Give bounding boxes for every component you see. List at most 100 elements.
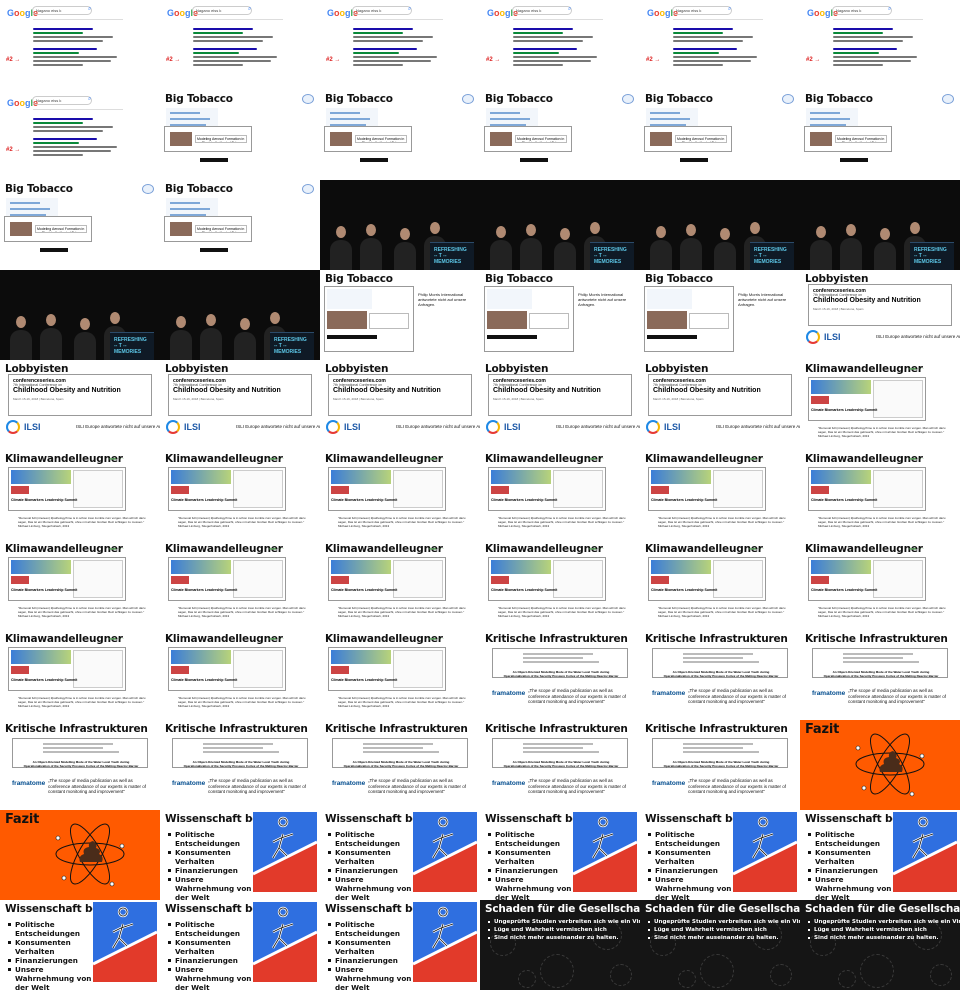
slide-thumbnail-fazit[interactable]: Fazit [0, 810, 160, 900]
slide-thumbnail-wissenschaft[interactable]: Wissenschaft beeinflusst Politische Entsc… [160, 900, 320, 990]
slide-thumbnail-big-tobacco[interactable]: Big Tobacco Modeling Aerosol Formation in… [0, 180, 160, 270]
slide-thumbnail-kritisch[interactable]: Kritische Infrastrukturen An Object-Orien… [640, 720, 800, 810]
slide-thumbnail-google[interactable]: Google Nagano eiss k ⌕ #2 → [160, 0, 320, 90]
slide-thumbnail-google[interactable]: Google Nagano eiss k ⌕ #2 → [640, 0, 800, 90]
slide-thumbnail-lobbyisten[interactable]: Lobbyisten conferenceseries.com 7th Intern… [0, 360, 160, 450]
slide-thumbnail-big-tobacco2[interactable]: Big Tobacco Philip Morris International a… [480, 270, 640, 360]
slide-thumbnail-wissenschaft[interactable]: Wissenschaft beeinflusst Politische Entsc… [800, 810, 960, 900]
slide-thumbnail-lobbyisten[interactable]: Lobbyisten conferenceseries.com 7th Intern… [480, 360, 640, 450]
eike-logo: ●●● ····· [428, 456, 444, 461]
limburg-quote: "Removal full (nineteen) #pathology/hme … [818, 606, 946, 618]
slide-thumbnail-kritisch[interactable]: Kritische Infrastrukturen An Object-Orien… [160, 720, 320, 810]
slide-thumbnail-wissenschaft[interactable]: Wissenschaft beeinflusst Politische Entsc… [0, 900, 160, 990]
conference-date: March 15-16, 2018 | Barcelona, Spain [493, 397, 544, 401]
paper-block [487, 335, 537, 339]
slide-thumbnail-google[interactable]: Google Nagano eiss k ⌕ #2 → [0, 90, 160, 180]
slide-thumbnail-klima[interactable]: Klimawandelleugner ●●● ····· Climate Bioma… [800, 450, 960, 540]
slide-thumbnail-big-tobacco[interactable]: Big Tobacco Modeling Aerosol Formation in… [320, 90, 480, 180]
slide-thumbnail-lobbyisten[interactable]: Lobbyisten conferenceseries.com 7th Intern… [800, 270, 960, 360]
slide-thumbnail-klima[interactable]: Klimawandelleugner ●●● ····· Climate Bioma… [160, 450, 320, 540]
slide-thumbnail-wissenschaft[interactable]: Wissenschaft beeinflusst Politische Entsc… [320, 810, 480, 900]
slide-thumbnail-stage[interactable]: REFRESHING -- T -- MEMORIES [0, 270, 160, 360]
website-screenshot: Climate Biomarkers Leadership Summit [168, 467, 286, 511]
paper-screenshot: An Object-Oriented Modelling Mode of the… [652, 648, 788, 678]
slide-thumbnail-klima[interactable]: Klimawandelleugner ●●● ····· Climate Bioma… [320, 540, 480, 630]
slide-thumbnail-stage[interactable]: REFRESHING -- T -- MEMORIES [640, 180, 800, 270]
slide-thumbnail-big-tobacco[interactable]: Big Tobacco Modeling Aerosol Formation in… [160, 90, 320, 180]
climber-illustration [893, 812, 957, 892]
slide-thumbnail-wissenschaft[interactable]: Wissenschaft beeinflusst Politische Entsc… [320, 900, 480, 990]
slide-thumbnail-klima[interactable]: Klimawandelleugner ●●● ····· Climate Bioma… [640, 540, 800, 630]
slide-thumbnail-klima[interactable]: Klimawandelleugner ●●● ····· Climate Bioma… [0, 450, 160, 540]
search-input[interactable]: Nagano eiss k [352, 6, 412, 15]
slide-thumbnail-big-tobacco[interactable]: Big Tobacco Modeling Aerosol Formation in… [640, 90, 800, 180]
slide-thumbnail-klima[interactable]: Klimawandelleugner ●●● ····· Climate Bioma… [800, 360, 960, 450]
slide-thumbnail-fazit[interactable]: Fazit [800, 720, 960, 810]
slide-thumbnail-big-tobacco[interactable]: Big Tobacco Modeling Aerosol Formation in… [800, 90, 960, 180]
conference-title: Childhood Obesity and Nutrition [13, 387, 121, 394]
slide-thumbnail-klima[interactable]: Klimawandelleugner ●●● ····· Climate Bioma… [640, 450, 800, 540]
paper-screenshot: Modeling Aerosol Formation in an Electri… [164, 216, 252, 242]
search-input[interactable]: Nagano eiss k [512, 6, 572, 15]
slide-thumbnail-wissenschaft[interactable]: Wissenschaft beeinflusst Politische Entsc… [480, 810, 640, 900]
electron [861, 785, 867, 791]
result-line [353, 48, 417, 50]
slide-thumbnail-klima[interactable]: Klimawandelleugner ●●● ····· Climate Bioma… [480, 540, 640, 630]
slide-thumbnail-wissenschaft[interactable]: Wissenschaft beeinflusst Politische Entsc… [640, 810, 800, 900]
slide-thumbnail-kritisch[interactable]: Kritische Infrastrukturen An Object-Orien… [640, 630, 800, 720]
website-banner [11, 560, 71, 574]
speaker-head [206, 314, 216, 326]
slide-thumbnail-lobbyisten[interactable]: Lobbyisten conferenceseries.com 7th Intern… [640, 360, 800, 450]
slide-thumbnail-google[interactable]: Google Nagano eiss k ⌕ #2 → [320, 0, 480, 90]
slide-thumbnail-schaden[interactable]: Schaden für die Gesellschaft Ungeprüfte S… [640, 900, 800, 990]
search-input[interactable]: Nagano eiss k [832, 6, 892, 15]
paper-screenshot: An Object-Oriented Modelling Mode of the… [812, 648, 948, 678]
slide-title: Klimawandelleugner [805, 453, 923, 465]
slide-thumbnail-klima[interactable]: Klimawandelleugner ●●● ····· Climate Bioma… [0, 630, 160, 720]
speaker-head [496, 226, 506, 238]
slide-thumbnail-big-tobacco[interactable]: Big Tobacco Modeling Aerosol Formation in… [480, 90, 640, 180]
text-line [650, 112, 680, 114]
product-image [170, 132, 192, 146]
website-image [171, 666, 189, 674]
website-banner [171, 470, 231, 484]
slide-thumbnail-kritisch[interactable]: Kritische Infrastrukturen An Object-Orien… [0, 720, 160, 810]
search-tabs-divider [673, 19, 763, 20]
slide-thumbnail-google[interactable]: Google Nagano eiss k ⌕ #2 → [800, 0, 960, 90]
framatome-quote: „The scope of media publication as well … [848, 688, 947, 704]
result-line [513, 56, 597, 58]
slide-thumbnail-lobbyisten[interactable]: Lobbyisten conferenceseries.com 7th Intern… [160, 360, 320, 450]
slide-thumbnail-kritisch[interactable]: Kritische Infrastrukturen An Object-Orien… [320, 720, 480, 810]
slide-thumbnail-stage[interactable]: REFRESHING -- T -- MEMORIES [320, 180, 480, 270]
slide-thumbnail-google[interactable]: Google Nagano eiss k ⌕ #2 → [480, 0, 640, 90]
slide-thumbnail-klima[interactable]: Klimawandelleugner ●●● ····· Climate Bioma… [0, 540, 160, 630]
slide-thumbnail-klima[interactable]: Klimawandelleugner ●●● ····· Climate Bioma… [320, 450, 480, 540]
slide-thumbnail-schaden[interactable]: Schaden für die Gesellschaft Ungeprüfte S… [800, 900, 960, 990]
slide-thumbnail-stage[interactable]: REFRESHING -- T -- MEMORIES [800, 180, 960, 270]
slide-thumbnail-lobbyisten[interactable]: Lobbyisten conferenceseries.com 7th Intern… [320, 360, 480, 450]
search-input[interactable]: Nagano eiss k [32, 6, 92, 15]
slide-thumbnail-klima[interactable]: Klimawandelleugner ●●● ····· Climate Bioma… [800, 540, 960, 630]
slide-thumbnail-stage[interactable]: REFRESHING -- T -- MEMORIES [480, 180, 640, 270]
slide-thumbnail-klima[interactable]: Klimawandelleugner ●●● ····· Climate Bioma… [160, 540, 320, 630]
slide-thumbnail-kritisch[interactable]: Kritische Infrastrukturen An Object-Orien… [800, 630, 960, 720]
slide-thumbnail-big-tobacco[interactable]: Big Tobacco Modeling Aerosol Formation in… [160, 180, 320, 270]
slide-thumbnail-schaden[interactable]: Schaden für die Gesellschaft Ungeprüfte S… [480, 900, 640, 990]
slide-thumbnail-klima[interactable]: Klimawandelleugner ●●● ····· Climate Bioma… [480, 450, 640, 540]
slide-thumbnail-klima[interactable]: Klimawandelleugner ●●● ····· Climate Bioma… [160, 630, 320, 720]
slide-thumbnail-stage[interactable]: REFRESHING -- T -- MEMORIES [160, 270, 320, 360]
slide-thumbnail-klima[interactable]: Klimawandelleugner ●●● ····· Climate Bioma… [320, 630, 480, 720]
website-image [491, 576, 509, 584]
slide-thumbnail-big-tobacco2[interactable]: Big Tobacco Philip Morris International a… [640, 270, 800, 360]
search-input[interactable]: Nagano eiss k [32, 96, 92, 105]
slide-thumbnail-google[interactable]: Google Nagano eiss k ⌕ #2 → [0, 0, 160, 90]
science-badge-icon [142, 184, 154, 194]
website-banner [811, 560, 871, 574]
search-input[interactable]: Nagano eiss k [192, 6, 252, 15]
slide-thumbnail-wissenschaft[interactable]: Wissenschaft beeinflusst Politische Entsc… [160, 810, 320, 900]
slide-thumbnail-kritisch[interactable]: Kritische Infrastrukturen An Object-Orien… [480, 720, 640, 810]
search-input[interactable]: Nagano eiss k [672, 6, 732, 15]
website-screenshot: Climate Biomarkers Leadership Summit [488, 557, 606, 601]
slide-thumbnail-big-tobacco2[interactable]: Big Tobacco Philip Morris International a… [320, 270, 480, 360]
slide-thumbnail-kritisch[interactable]: Kritische Infrastrukturen An Object-Orien… [480, 630, 640, 720]
